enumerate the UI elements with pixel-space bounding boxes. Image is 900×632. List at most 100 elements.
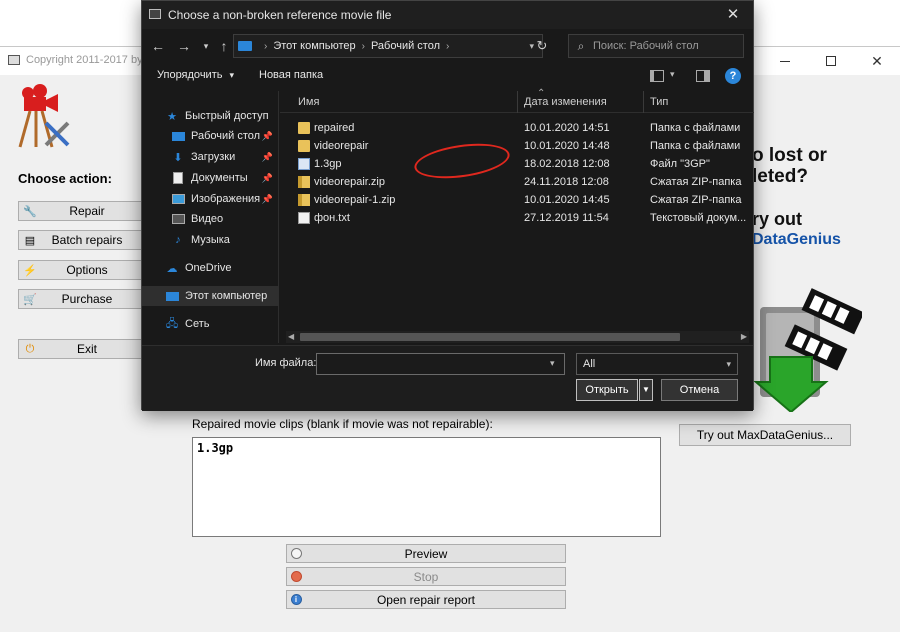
try-out-maxdatagenius-button[interactable]: Try out MaxDataGenius... <box>679 424 851 446</box>
nav-item-quick-access[interactable]: ★ Быстрый доступ <box>142 106 279 126</box>
organize-button[interactable]: Упорядочить ▾ <box>157 69 234 81</box>
scroll-right-icon[interactable]: ▶ <box>741 331 747 343</box>
nav-item-label: OneDrive <box>185 262 232 274</box>
purchase-button[interactable]: 🛒 Purchase <box>18 289 146 309</box>
new-folder-button[interactable]: Новая папка <box>259 69 323 81</box>
folder-icon <box>298 122 310 134</box>
file-row[interactable]: videorepair-1.zip 10.01.2020 14:45 Сжата… <box>280 191 754 209</box>
dialog-app-icon <box>149 9 161 19</box>
file-date: 10.01.2020 14:48 <box>524 140 610 152</box>
up-button[interactable]: ↑ <box>214 36 234 56</box>
file-name-input[interactable] <box>316 353 565 375</box>
batch-repairs-button[interactable]: ▤ Batch repairs <box>18 230 146 250</box>
preview-button-label: Preview <box>404 546 448 561</box>
power-icon: ⏻ <box>25 342 35 355</box>
breadcrumb-desktop[interactable]: Рабочий стол <box>371 40 440 52</box>
options-button-label: Options <box>66 263 108 277</box>
cancel-button[interactable]: Отмена <box>661 379 738 401</box>
stop-icon <box>287 571 305 582</box>
nav-item-label: Рабочий стол <box>191 130 261 142</box>
open-options-dropdown[interactable]: ▼ <box>639 379 653 401</box>
horizontal-scrollbar[interactable]: ◀ ▶ <box>286 331 749 343</box>
forward-button[interactable]: → <box>174 36 194 56</box>
nav-item-music[interactable]: ♪ Музыка <box>142 230 279 250</box>
search-box[interactable]: ⌕ Поиск: Рабочий стол <box>568 34 744 58</box>
repair-button[interactable]: 🔧 Repair <box>18 201 146 221</box>
close-button[interactable]: ✕ <box>854 47 900 75</box>
exit-button[interactable]: ⏻ Exit <box>18 339 146 359</box>
nav-item-video[interactable]: Видео <box>142 209 279 229</box>
repaired-clips-label: Repaired movie clips (blank if movie was… <box>192 417 493 431</box>
repair-button-label: Repair <box>69 204 105 218</box>
promo-brand-text: DataGenius <box>752 231 841 248</box>
file-type: Сжатая ZIP-папка <box>650 176 742 188</box>
column-separator[interactable] <box>643 91 644 113</box>
video-camera-tools-logo <box>18 84 70 148</box>
nav-item-onedrive[interactable]: ☁ OneDrive <box>142 258 279 278</box>
repaired-clips-list[interactable]: 1.3gp <box>192 437 661 537</box>
preview-icon <box>287 548 305 559</box>
address-bar[interactable]: › Этот компьютер › Рабочий стол › ▾ <box>233 34 543 58</box>
file-row[interactable]: videorepair.zip 24.11.2018 12:08 Сжатая … <box>280 173 754 191</box>
nav-item-pictures[interactable]: Изображения 📌 <box>142 189 279 209</box>
nav-item-downloads[interactable]: ⬇ Загрузки 📌 <box>142 147 279 167</box>
stop-button[interactable]: Stop <box>286 567 566 586</box>
help-icon[interactable]: ? <box>725 68 741 84</box>
maximize-button[interactable] <box>808 47 854 75</box>
file-name: 1.3gp <box>314 158 342 170</box>
app-title: Copyright 2011-2017 by <box>26 54 143 66</box>
file-row[interactable]: 1.3gp 18.02.2018 12:08 Файл "3GP" <box>280 155 754 173</box>
search-icon: ⌕ <box>577 38 585 53</box>
preview-pane-icon[interactable] <box>696 70 710 82</box>
arrow-left-icon: ← <box>151 38 165 54</box>
scroll-left-icon[interactable]: ◀ <box>288 331 294 343</box>
minimize-button[interactable] <box>762 47 808 75</box>
refresh-button[interactable]: ↻ <box>530 34 554 58</box>
promo-line-2: leted? <box>752 166 808 187</box>
chevron-down-icon: ▾ <box>229 70 235 80</box>
zip-icon <box>298 194 310 206</box>
recent-locations-button[interactable]: ▾ <box>196 36 216 56</box>
nav-item-this-pc[interactable]: Этот компьютер <box>142 286 279 306</box>
options-icon: ⚡ <box>23 264 37 277</box>
promo-line-1: o lost or <box>752 145 827 166</box>
preview-button[interactable]: Preview <box>286 544 566 563</box>
open-button[interactable]: Открыть <box>576 379 638 401</box>
breadcrumb-separator-icon: › <box>446 40 450 52</box>
pictures-icon <box>170 193 186 205</box>
options-button[interactable]: ⚡ Options <box>18 260 146 280</box>
column-name-header[interactable]: Имя <box>298 96 319 108</box>
choose-action-label: Choose action: <box>18 171 112 186</box>
view-mode-dropdown-icon[interactable]: ▾ <box>670 69 675 80</box>
file-row[interactable]: repaired 10.01.2020 14:51 Папка с файлам… <box>280 119 754 137</box>
column-separator[interactable] <box>517 91 518 113</box>
download-icon: ⬇ <box>173 151 183 164</box>
file-row[interactable]: фон.txt 27.12.2019 11:54 Текстовый докум… <box>280 209 754 227</box>
arrow-right-icon: → <box>177 38 191 54</box>
column-type-header[interactable]: Тип <box>650 96 668 108</box>
dialog-close-button[interactable]: ✕ <box>713 1 753 29</box>
view-mode-icon[interactable] <box>650 70 664 82</box>
file-name-dropdown-icon[interactable]: ▾ <box>550 358 555 369</box>
nav-item-label: Документы <box>191 172 248 184</box>
column-date-header[interactable]: Дата изменения <box>524 96 607 108</box>
file-type: Сжатая ZIP-папка <box>650 194 742 206</box>
column-header-row: ⌃ Имя Дата изменения Тип <box>280 88 754 113</box>
minimize-icon <box>780 60 790 62</box>
nav-item-network[interactable]: 🖧 Сеть <box>142 314 279 334</box>
arrow-up-icon: ↑ <box>220 38 228 54</box>
zip-icon <box>298 176 310 188</box>
file-name: videorepair.zip <box>314 176 385 188</box>
nav-item-documents[interactable]: Документы 📌 <box>142 168 279 188</box>
nav-item-desktop[interactable]: Рабочий стол 📌 <box>142 126 279 146</box>
file-type-filter-select[interactable]: All ▾ <box>576 353 738 375</box>
file-row[interactable]: videorepair 10.01.2020 14:48 Папка с фай… <box>280 137 754 155</box>
open-repair-report-button[interactable]: i Open repair report <box>286 590 566 609</box>
back-button[interactable]: ← <box>148 36 168 56</box>
scrollbar-thumb[interactable] <box>300 333 680 341</box>
repaired-clip-item[interactable]: 1.3gp <box>197 441 656 455</box>
file-date: 10.01.2020 14:51 <box>524 122 610 134</box>
breadcrumb-this-pc[interactable]: Этот компьютер <box>273 40 355 52</box>
file-name: repaired <box>314 122 355 134</box>
pin-icon: 📌 <box>261 130 273 141</box>
